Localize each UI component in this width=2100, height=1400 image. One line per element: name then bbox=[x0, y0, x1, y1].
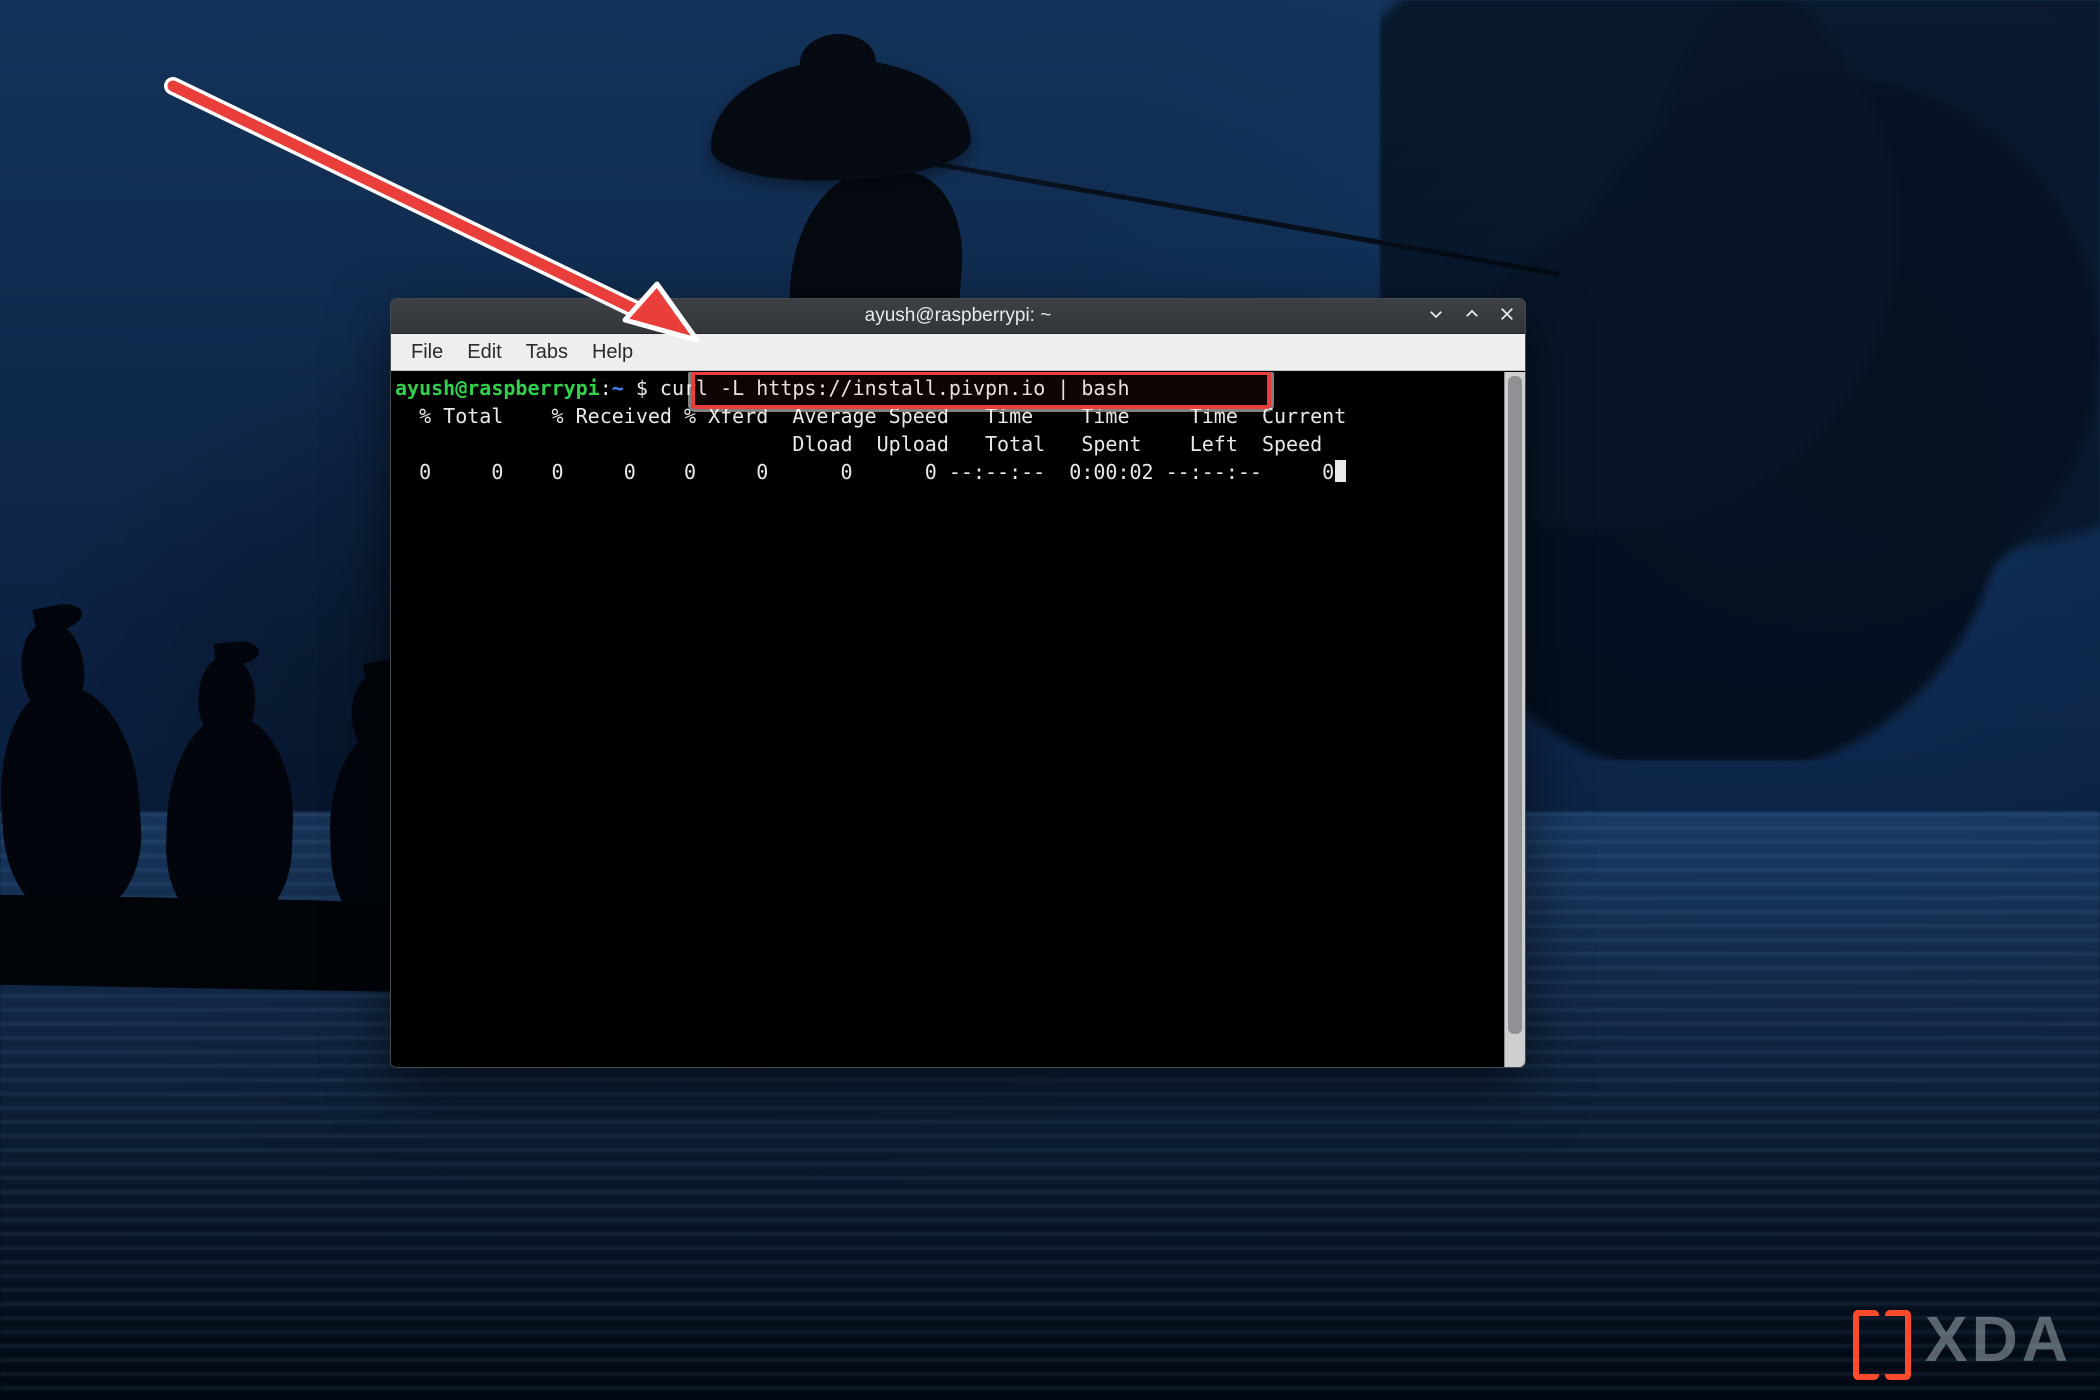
curl-header-1: % Total % Received % Xferd Average Speed… bbox=[395, 404, 1346, 428]
menu-file[interactable]: File bbox=[399, 337, 455, 368]
xda-watermark-text: XDA bbox=[1925, 1302, 2072, 1376]
window-title: ayush@raspberrypi: ~ bbox=[865, 305, 1052, 327]
menubar: File Edit Tabs Help bbox=[391, 334, 1525, 371]
minimize-button[interactable] bbox=[1427, 305, 1445, 327]
prompt-path: ~ bbox=[612, 376, 624, 400]
xda-bracket-icon bbox=[1853, 1310, 1911, 1368]
chevron-up-icon bbox=[1463, 305, 1481, 323]
close-button[interactable] bbox=[1499, 306, 1515, 326]
prompt-sigil: $ bbox=[624, 376, 660, 400]
terminal-window: ayush@raspberrypi: ~ File Edit Tabs Help… bbox=[390, 298, 1526, 1068]
prompt-separator: : bbox=[600, 376, 612, 400]
xda-watermark: XDA bbox=[1853, 1302, 2072, 1376]
window-titlebar[interactable]: ayush@raspberrypi: ~ bbox=[391, 299, 1525, 334]
maximize-button[interactable] bbox=[1463, 305, 1481, 327]
prompt-user-host: ayush@raspberrypi bbox=[395, 376, 600, 400]
chevron-down-icon bbox=[1427, 305, 1445, 323]
close-icon bbox=[1499, 306, 1515, 322]
curl-row: 0 0 0 0 0 0 0 0 --:--:-- 0:00:02 --:--:-… bbox=[395, 460, 1334, 484]
curl-header-2: Dload Upload Total Spent Left Speed bbox=[395, 432, 1322, 456]
terminal-viewport[interactable]: ayush@raspberrypi:~ $ curl -L https://in… bbox=[391, 372, 1504, 1067]
terminal-cursor bbox=[1335, 460, 1346, 482]
prompt-command: curl -L https://install.pivpn.io | bash bbox=[660, 376, 1130, 400]
menu-help[interactable]: Help bbox=[580, 337, 645, 368]
menu-edit[interactable]: Edit bbox=[455, 337, 513, 368]
terminal-scrollbar[interactable] bbox=[1504, 372, 1525, 1067]
menu-tabs[interactable]: Tabs bbox=[514, 337, 580, 368]
